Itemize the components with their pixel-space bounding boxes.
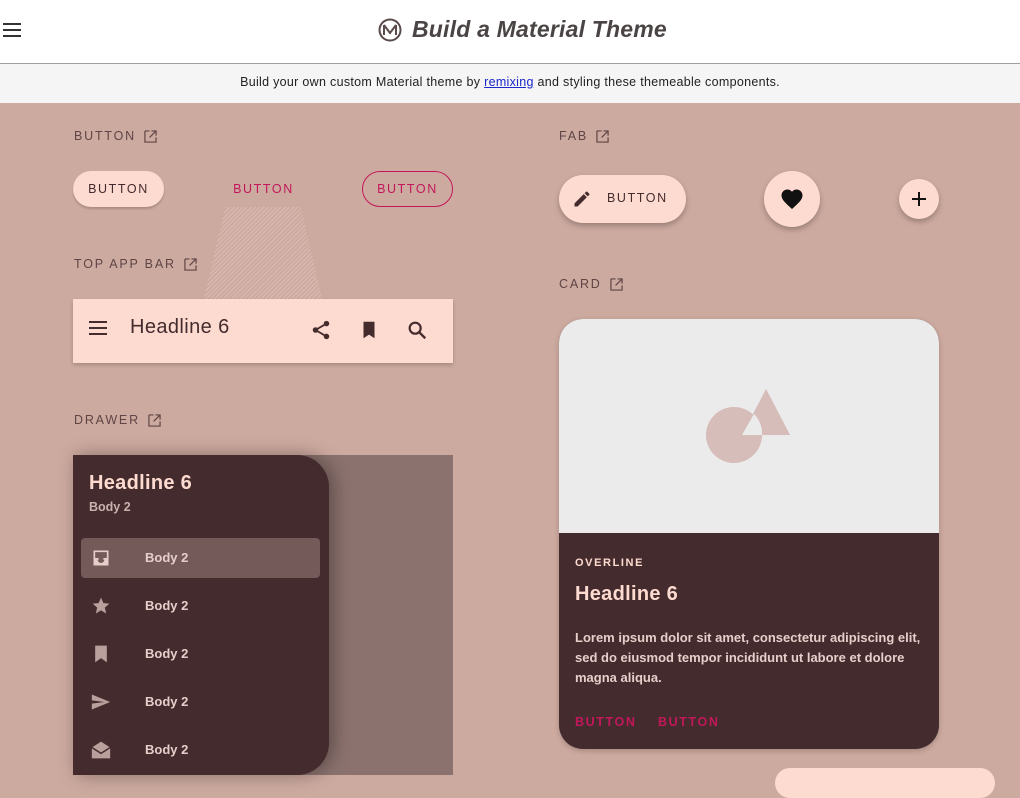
drawer-item-label: Body 2 bbox=[145, 598, 189, 613]
navigation-menu-icon[interactable] bbox=[89, 321, 107, 335]
drawer-item-inbox[interactable]: Body 2 bbox=[81, 538, 320, 578]
send-icon bbox=[91, 694, 111, 710]
extended-fab-label: BUTTON bbox=[607, 191, 668, 205]
card-title: Headline 6 bbox=[575, 583, 679, 605]
section-title-drawer: DRAWER bbox=[74, 413, 140, 427]
navigation-drawer: Headline 6 Body 2 Body 2 Body 2 Body 2 B… bbox=[73, 455, 329, 775]
section-label-top-app-bar: TOP APP BAR bbox=[74, 257, 197, 271]
remixing-link[interactable]: remixing bbox=[484, 75, 534, 89]
search-icon[interactable] bbox=[406, 319, 428, 341]
top-bar: Build a Material Theme bbox=[0, 0, 1020, 63]
open-in-new-icon[interactable] bbox=[609, 277, 623, 291]
section-title-fab: FAB bbox=[559, 129, 589, 143]
drafts-icon bbox=[91, 741, 111, 759]
drawer-item-label: Body 2 bbox=[145, 742, 189, 757]
top-app-bar: Headline 6 bbox=[73, 299, 453, 363]
add-mini-fab[interactable] bbox=[899, 179, 939, 219]
drawer-subtitle: Body 2 bbox=[89, 500, 131, 514]
menu-icon[interactable] bbox=[3, 23, 21, 37]
drawer-item-label: Body 2 bbox=[145, 694, 189, 709]
section-title-button: BUTTON bbox=[74, 129, 136, 143]
inbox-icon bbox=[93, 550, 109, 566]
card-action-button-2[interactable]: BUTTON bbox=[658, 715, 719, 729]
bookmark-icon[interactable] bbox=[358, 319, 380, 341]
drawer-item-send[interactable]: Body 2 bbox=[81, 682, 320, 722]
drawer-item-star[interactable]: Body 2 bbox=[81, 586, 320, 626]
drawer-item-drafts[interactable]: Body 2 bbox=[81, 730, 320, 770]
drawer-item-label: Body 2 bbox=[145, 550, 189, 565]
info-banner: Build your own custom Material theme by … bbox=[0, 63, 1020, 103]
drawer-item-label: Body 2 bbox=[145, 646, 189, 661]
favorite-fab[interactable] bbox=[764, 171, 820, 227]
brand: Build a Material Theme bbox=[378, 16, 667, 43]
contained-button[interactable]: BUTTON bbox=[73, 171, 164, 207]
section-label-button: BUTTON bbox=[74, 129, 157, 143]
card-media bbox=[559, 319, 939, 533]
open-in-new-icon[interactable] bbox=[184, 257, 197, 271]
ripple-effect bbox=[204, 207, 322, 299]
open-in-new-icon[interactable] bbox=[144, 129, 157, 143]
card-body-text: Lorem ipsum dolor sit amet, consectetur … bbox=[575, 630, 921, 685]
edit-icon bbox=[574, 191, 590, 207]
extended-fab[interactable]: BUTTON bbox=[559, 175, 686, 223]
page-title: Build a Material Theme bbox=[412, 16, 667, 42]
info-text-before: Build your own custom Material theme by bbox=[240, 75, 485, 89]
offscreen-component bbox=[775, 768, 995, 798]
open-in-new-icon[interactable] bbox=[596, 129, 609, 143]
section-label-card: CARD bbox=[559, 277, 623, 291]
outlined-button[interactable]: BUTTON bbox=[362, 171, 453, 207]
favorite-icon bbox=[781, 189, 803, 209]
material-logo-icon bbox=[378, 18, 402, 41]
shapes-placeholder-icon bbox=[706, 389, 790, 463]
text-button[interactable]: BUTTON bbox=[218, 171, 309, 207]
section-label-fab: FAB bbox=[559, 129, 609, 143]
star-icon bbox=[92, 597, 110, 614]
drawer-title: Headline 6 bbox=[89, 472, 193, 494]
info-text-after: and styling these themeable components. bbox=[533, 75, 780, 89]
section-label-drawer: DRAWER bbox=[74, 413, 161, 427]
section-title-top-app-bar: TOP APP BAR bbox=[74, 257, 176, 271]
bookmark-icon bbox=[95, 645, 107, 663]
drawer-item-bookmark[interactable]: Body 2 bbox=[81, 634, 320, 674]
open-in-new-icon[interactable] bbox=[148, 413, 161, 427]
app-bar-title: Headline 6 bbox=[130, 316, 230, 338]
card-overline: OVERLINE bbox=[575, 557, 645, 569]
card-action-button-1[interactable]: BUTTON bbox=[575, 715, 636, 729]
section-title-card: CARD bbox=[559, 277, 602, 291]
share-icon[interactable] bbox=[310, 319, 332, 341]
card[interactable]: OVERLINE Headline 6 Lorem ipsum dolor si… bbox=[559, 319, 939, 749]
add-icon bbox=[912, 192, 926, 206]
